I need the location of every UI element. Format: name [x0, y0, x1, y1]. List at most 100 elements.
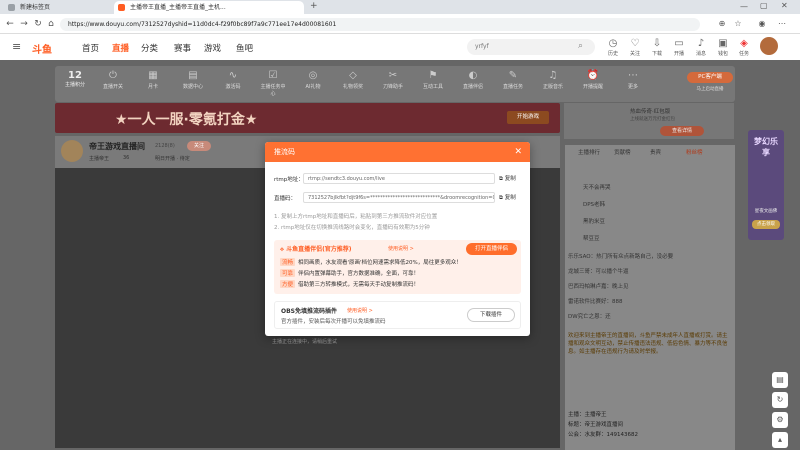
url-input[interactable]: https://www.douyu.com/7312527dyshid=11d0… [60, 18, 700, 31]
toolbar-item-label: 直播任务 [502, 84, 523, 90]
streamer-room-name: 帝王游戏直播间 [89, 142, 145, 151]
user-avatar[interactable] [760, 37, 778, 55]
toolbar-item-label: 开播提醒 [582, 84, 603, 90]
history-button[interactable]: ◷ 历史 [602, 38, 624, 57]
rtmp-address-field[interactable]: rtmp://sendtc3.douyu.com/live [303, 173, 495, 184]
follow-button[interactable]: ♡ 关注 [624, 38, 646, 57]
nav-games[interactable]: 游戏 [204, 42, 221, 54]
back-button[interactable]: ← [4, 18, 16, 30]
chat-tab[interactable]: 粉丝榜 [686, 148, 703, 156]
companion-help-link[interactable]: 使用说明 > [388, 245, 414, 252]
promo-tag: 方便 [280, 280, 296, 288]
tab-label: 新建标签页 [20, 4, 51, 11]
minimize-window-icon[interactable]: — [740, 2, 748, 11]
side-ad-button[interactable]: 点击领取 [752, 220, 780, 229]
hamburger-menu-icon[interactable]: ≡ [12, 40, 21, 53]
search-icon[interactable]: ⌕ [578, 41, 583, 51]
open-companion-button[interactable]: 打开直播伴侣 [466, 243, 517, 255]
promo-row: 可靠 伴侣内置弹幕助手，官方数据准确，全面，可靠！ [280, 269, 419, 277]
side-promo[interactable]: 热血传奇·红包版 上线就送万元打金红包 查看详情 [564, 103, 734, 139]
toolbar-item[interactable]: ⏰ 开播提醒 [579, 69, 607, 90]
maximize-window-icon[interactable]: ▢ [760, 1, 768, 10]
rank-item[interactable]: 黑豹米豆 [583, 217, 605, 225]
nav-yuba[interactable]: 鱼吧 [236, 42, 253, 54]
browser-tab-active[interactable]: 主播帝王直播_主播帝王直播_主机... [114, 1, 304, 14]
pc-client-button[interactable]: PC客户端 [687, 72, 733, 83]
obs-plugin-section: OBS免填推流码插件 使用说明 > 官方插件，安装后每次开播可以免填推流码 下载… [274, 301, 521, 329]
new-tab-button[interactable]: + [310, 1, 318, 11]
start-stream-button[interactable]: ▭ 开播 [668, 38, 690, 57]
nav-category[interactable]: 分类 [141, 42, 158, 54]
toolbar-item[interactable]: ∿ 激活码 [219, 69, 247, 90]
streamer-level[interactable]: 12 主播积分 [59, 70, 91, 88]
float-top-icon[interactable]: ▴ [772, 432, 788, 448]
copy-code-button[interactable]: ⧉ 复制 [499, 193, 516, 202]
toolbar-item-icon: ⚑ [428, 70, 438, 81]
favorite-icon[interactable]: ☆ [732, 18, 744, 30]
chat-tab[interactable]: 贵宾 [650, 148, 661, 156]
right-side-ad[interactable]: 梦幻乐享 星夜文画佛 点击领取 [748, 130, 784, 240]
plugin-help-link[interactable]: 使用说明 > [347, 307, 373, 314]
wallet-button[interactable]: ▣ 钱包 [712, 38, 734, 57]
chat-tab[interactable]: 贡献榜 [614, 148, 631, 156]
side-promo-button[interactable]: 查看详情 [660, 126, 704, 136]
close-icon[interactable]: ✕ [514, 142, 522, 162]
close-window-icon[interactable]: ✕ [781, 1, 788, 10]
forward-button[interactable]: → [18, 18, 30, 30]
translate-icon[interactable]: ⊕ [716, 18, 728, 30]
toolbar-item-icon: ⋯ [628, 70, 638, 81]
toolbar-item-label: 激活码 [225, 84, 241, 90]
browser-tab-new[interactable]: 新建标签页 [4, 1, 110, 14]
toolbar-item-label: 直播伴侣 [462, 84, 483, 90]
profile-icon[interactable]: ◉ [756, 18, 768, 30]
toolbar-item-label: AI礼物 [305, 84, 321, 90]
rank-item[interactable]: DPS老韩 [583, 200, 605, 208]
toolbar-item-icon: ☑ [268, 70, 278, 81]
toolbar-item-icon: ◐ [468, 70, 478, 81]
toolbar-item[interactable]: ♫ 正版音乐 [539, 69, 567, 90]
nav-events[interactable]: 赛事 [174, 42, 191, 54]
toolbar-item[interactable]: ⏻ 直播开关 [99, 69, 127, 90]
streamer-avatar[interactable] [61, 140, 83, 162]
douyu-logo[interactable]: 斗鱼 [32, 41, 72, 56]
copy-rtmp-button[interactable]: ⧉ 复制 [499, 174, 516, 183]
toolbar-item[interactable]: ✂ 刀锋助手 [379, 69, 407, 90]
browser-menu-icon[interactable]: ⋯ [776, 18, 788, 30]
banner-cta-button[interactable]: 开始游戏 [507, 111, 549, 124]
toolbar-item-label: 互动工具 [422, 84, 443, 90]
messages-button[interactable]: ♪ 消息 [690, 38, 712, 57]
chat-notice: 欢迎来到主播帝王的直播间，斗鱼严禁未成年人直播或打赏。请主播和观众文明互动，禁止… [568, 333, 728, 355]
toolbar-item[interactable]: ▤ 数据中心 [179, 69, 207, 90]
toolbar-item[interactable]: ◇ 礼物领奖 [339, 69, 367, 90]
toolbar-item-icon: ◎ [308, 70, 318, 81]
float-refresh-icon[interactable]: ↻ [772, 392, 788, 408]
nav-live[interactable]: 直播 [112, 42, 129, 54]
stream-code-field[interactable]: 7312527bjlkfbt?djt9f6s=*****************… [303, 192, 495, 203]
rank-item[interactable]: 天不会再哭 [583, 183, 611, 191]
toolbar-item-icon: ∿ [228, 70, 238, 81]
toolbar-item[interactable]: ⋯ 更多 [619, 69, 647, 90]
download-button[interactable]: ⇩ 下载 [646, 38, 668, 57]
toolbar-item[interactable]: ✎ 直播任务 [499, 69, 527, 90]
toolbar-item[interactable]: ▦ 月卡 [139, 69, 167, 90]
toolbar-item[interactable]: ◐ 直播伴侣 [459, 69, 487, 90]
toolbar-item[interactable]: ☑ 主播任务中心 [259, 69, 287, 97]
home-button[interactable]: ⌂ [45, 18, 57, 30]
toolbar-item[interactable]: ⚑ 互动工具 [419, 69, 447, 90]
download-plugin-button[interactable]: 下载插件 [467, 308, 515, 322]
float-gift-icon[interactable]: ▤ [772, 372, 788, 388]
search-input[interactable]: yrfyf [467, 39, 595, 55]
chat-tab[interactable]: 主播排行 [578, 148, 600, 156]
reload-button[interactable]: ↻ [32, 18, 44, 30]
tasks-button[interactable]: ◈ 任务 [733, 38, 755, 57]
tab-favicon-icon [8, 4, 15, 11]
banner-text: ★一人一服·零氪打金★ [115, 112, 258, 128]
companion-title-row: ⟡ 斗鱼直播伴侣(官方推荐) [280, 244, 352, 254]
rank-item[interactable]: 帮豆豆 [583, 234, 600, 242]
toolbar-item[interactable]: ◎ AI礼物 [299, 69, 327, 90]
chat-message: 乐乐SAO：热门所有众点新路自己，没必要 [568, 254, 674, 260]
game-banner[interactable]: ★一人一服·零氪打金★ 开始游戏 [55, 103, 560, 133]
nav-home[interactable]: 首页 [82, 42, 99, 54]
float-settings-icon[interactable]: ⚙ [772, 412, 788, 428]
follow-streamer-button[interactable]: 关注 [187, 141, 211, 151]
